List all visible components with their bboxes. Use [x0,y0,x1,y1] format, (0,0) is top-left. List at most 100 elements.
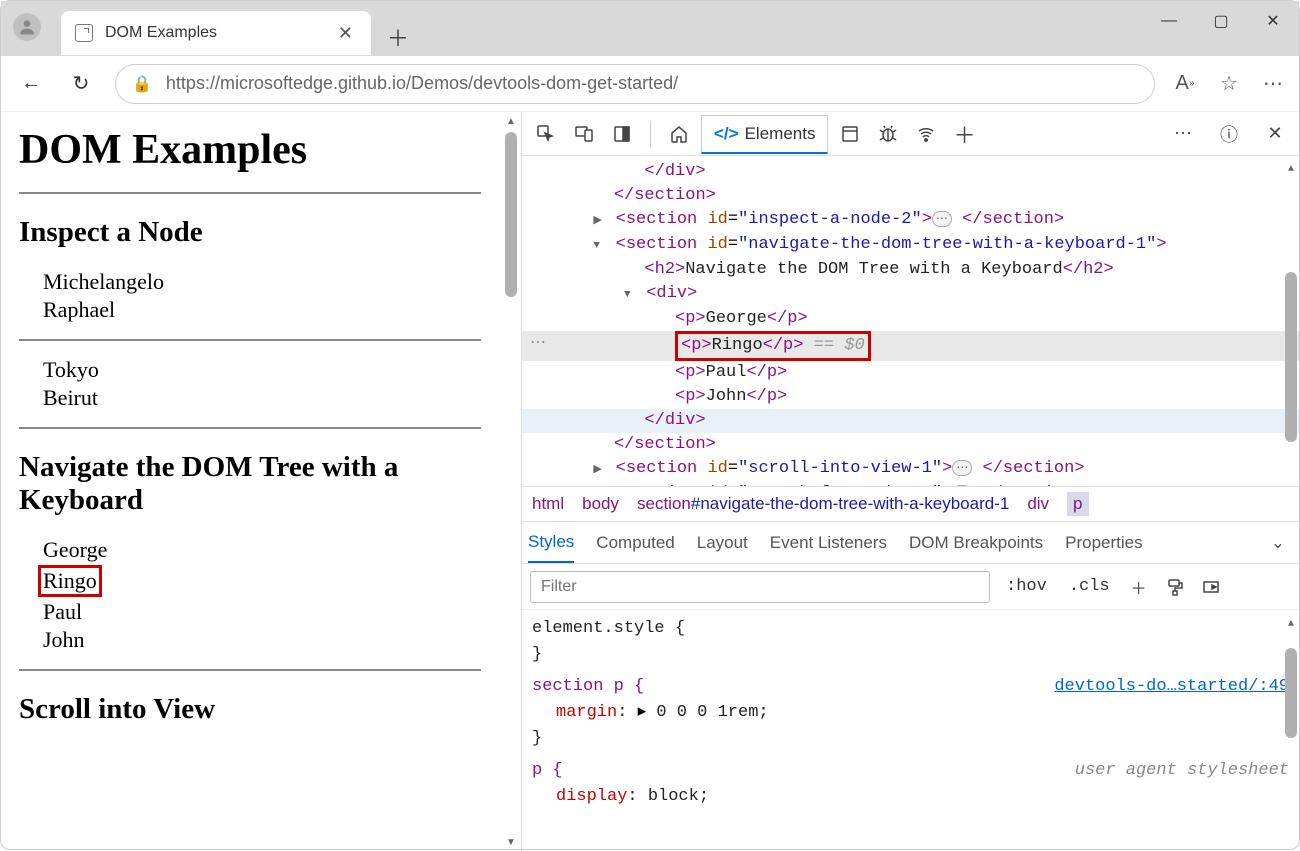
source-link[interactable]: devtools-do…started/:49 [1054,674,1289,700]
list-item: Tokyo [43,357,501,383]
section-heading-navigate: Navigate the DOM Tree with a Keyboard [19,451,501,517]
selection-annotation: == $0 [814,336,865,355]
refresh-button[interactable]: ↻ [65,68,97,100]
tab-event-listeners[interactable]: Event Listeners [770,533,887,553]
more-tools-icon[interactable]: ⋯ [1167,118,1199,150]
close-window-button[interactable]: ✕ [1247,1,1299,41]
divider [19,669,481,671]
ua-stylesheet-label: user agent stylesheet [1075,758,1289,784]
list-item: Raphael [43,297,501,323]
dom-text: George [706,309,767,328]
divider [19,192,481,194]
css-selector: section p { [532,677,644,696]
page-scrollbar[interactable]: ▲ ▼ [505,114,517,851]
browser-tab[interactable]: DOM Examples ✕ [61,11,371,55]
maximize-button[interactable]: ▢ [1195,1,1247,41]
read-aloud-icon[interactable]: A» [1173,72,1197,96]
bug-icon[interactable] [872,118,904,150]
class-toggle[interactable]: .cls [1063,573,1116,600]
hover-toggle[interactable]: :hov [1000,573,1053,600]
list-item: Beirut [43,385,501,411]
list-item: Michelangelo [43,269,501,295]
titlebar: DOM Examples ✕ ＋ — ▢ ✕ [1,1,1299,56]
breadcrumb-item[interactable]: html [532,494,564,514]
scroll-up-arrow[interactable]: ▲ [1285,612,1297,638]
tab-title: DOM Examples [105,24,334,42]
welcome-tab-icon[interactable] [663,118,695,150]
dom-scrollbar[interactable]: ▲ [1285,158,1297,442]
profile-avatar[interactable] [13,13,41,41]
list-item: Ringo [40,565,501,597]
tab-properties[interactable]: Properties [1065,533,1142,553]
tab-close-icon[interactable]: ✕ [334,23,357,44]
help-icon[interactable]: ⓘ [1213,118,1245,150]
new-style-rule-icon[interactable]: ＋ [1126,574,1152,600]
address-bar: ← ↻ 🔒 https://microsoftedge.github.io/De… [1,56,1299,112]
section-heading-inspect: Inspect a Node [19,216,501,249]
scroll-thumb[interactable] [1285,648,1297,738]
url-input[interactable]: 🔒 https://microsoftedge.github.io/Demos/… [115,64,1155,104]
add-tab-icon[interactable]: ＋ [948,118,980,150]
sources-icon[interactable] [834,118,866,150]
minimize-button[interactable]: — [1143,1,1195,41]
scroll-up-arrow[interactable]: ▲ [1285,158,1297,182]
network-icon[interactable] [910,118,942,150]
tab-computed[interactable]: Computed [596,533,674,553]
breadcrumb-item[interactable]: div [1027,494,1049,514]
page-title: DOM Examples [19,126,501,174]
styles-tabs: Styles Computed Layout Event Listeners D… [522,522,1299,564]
window-controls: — ▢ ✕ [1143,1,1299,41]
tab-layout[interactable]: Layout [697,533,748,553]
menu-icon[interactable]: ⋯ [1261,72,1285,96]
breadcrumb-item[interactable]: section#navigate-the-dom-tree-with-a-key… [637,494,1009,514]
filter-input[interactable] [530,571,990,603]
favorite-icon[interactable]: ☆ [1217,72,1241,96]
list-item: George [43,537,501,563]
section-heading-scroll: Scroll into View [19,693,501,726]
divider [19,339,481,341]
paint-icon[interactable] [1162,574,1188,600]
divider [650,121,651,147]
selected-element-highlight: Ringo [38,565,102,597]
chevron-down-icon[interactable]: ⌄ [1271,533,1285,553]
url-text: https://microsoftedge.github.io/Demos/de… [166,73,678,94]
breadcrumb-item[interactable]: body [582,494,619,514]
page-icon [75,24,93,42]
scroll-up-arrow[interactable]: ▲ [505,114,517,128]
scroll-down-arrow[interactable]: ▼ [505,835,517,849]
dom-tree[interactable]: </div> </section> ▶ <section id="inspect… [522,156,1299,486]
styles-pane[interactable]: element.style { } devtools-do…started/:4… [522,610,1299,851]
lock-icon: 🔒 [132,74,152,94]
element-style-selector: element.style { [532,619,685,638]
scroll-thumb[interactable] [1285,272,1297,442]
code-icon: </> [714,124,739,144]
devtools-toolbar: </> Elements ＋ ⋯ ⓘ ✕ [522,112,1299,156]
tab-styles[interactable]: Styles [528,532,574,563]
back-button[interactable]: ← [15,68,47,100]
device-toolbar-icon[interactable] [568,118,600,150]
computed-toggle-icon[interactable] [1198,574,1224,600]
dom-selected-line[interactable]: ⋯ <p>Ringo</p> == $0 [522,331,1299,361]
dom-h2-text: Navigate the DOM Tree with a Keyboard [685,260,1062,279]
breadcrumb-item-selected[interactable]: p [1067,492,1088,516]
tab-dom-breakpoints[interactable]: DOM Breakpoints [909,533,1043,553]
page-viewport: DOM Examples Inspect a Node Michelangelo… [1,112,521,851]
devtools-panel: </> Elements ＋ ⋯ ⓘ ✕ </div> </section> ▶… [521,112,1299,851]
new-tab-button[interactable]: ＋ [387,21,409,53]
css-selector: p { [532,761,563,780]
elements-tab[interactable]: </> Elements [701,115,828,154]
list-item: Paul [43,599,501,625]
scroll-thumb[interactable] [505,132,517,297]
close-devtools-icon[interactable]: ✕ [1259,118,1291,150]
styles-filter-row: :hov .cls ＋ [522,564,1299,610]
styles-scrollbar[interactable]: ▲ [1285,612,1297,738]
inspect-element-icon[interactable] [530,118,562,150]
dom-text: Paul [706,363,747,382]
dock-icon[interactable] [606,118,638,150]
list-item: John [43,627,501,653]
divider [19,427,481,429]
main-content: DOM Examples Inspect a Node Michelangelo… [1,112,1299,851]
dom-text: John [706,387,747,406]
breadcrumb[interactable]: html body section#navigate-the-dom-tree-… [522,486,1299,522]
dom-text: Ringo [712,336,763,355]
